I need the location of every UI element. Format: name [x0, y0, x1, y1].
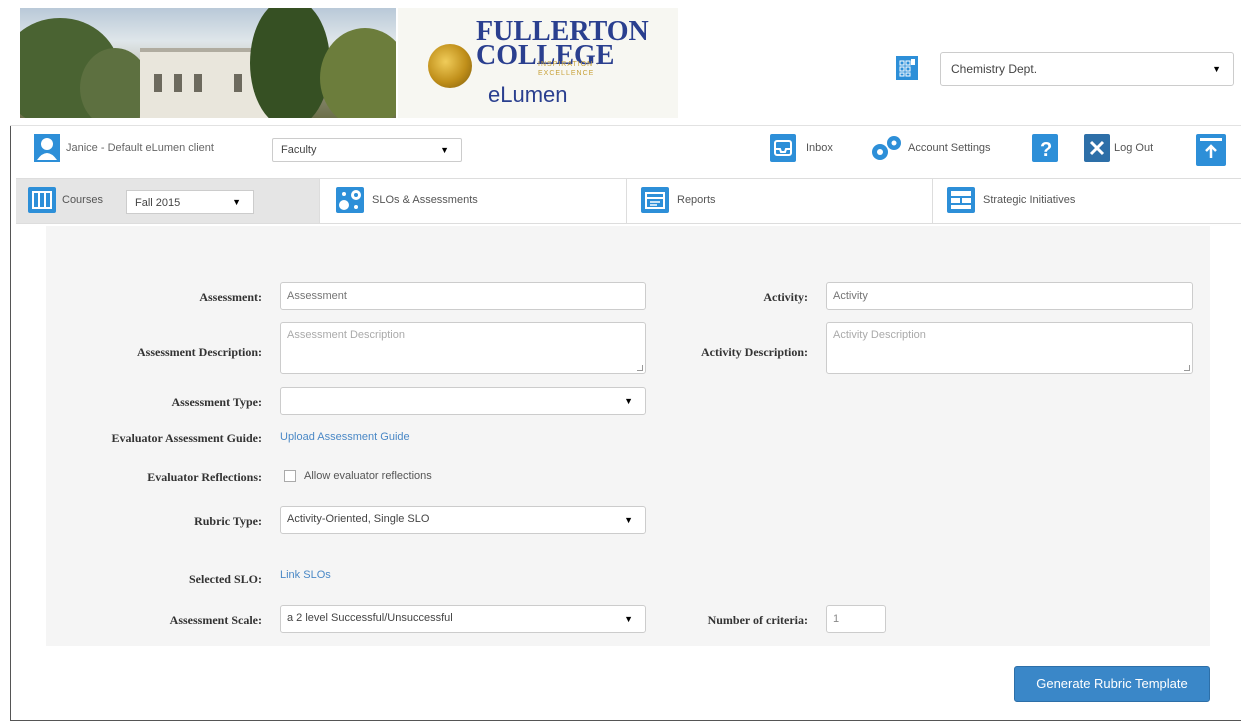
evaluator-reflections-label: Evaluator Reflections:	[147, 470, 262, 484]
svg-text:?: ?	[1040, 139, 1052, 161]
assessment-description-textarea[interactable]: Assessment Description	[280, 322, 646, 374]
selected-slo-label: Selected SLO:	[189, 572, 262, 586]
role-select[interactable]: Faculty ▼	[272, 138, 462, 162]
department-select[interactable]: Chemistry Dept. ▼	[940, 52, 1234, 86]
target-icon	[336, 187, 364, 213]
logo-product: eLumen	[488, 82, 568, 107]
logout-link[interactable]: Log Out	[1114, 142, 1153, 154]
user-icon	[34, 134, 60, 162]
assessment-label: Assessment:	[199, 290, 262, 304]
chevron-down-icon: ▼	[1212, 64, 1221, 74]
assessment-description-label: Assessment Description:	[137, 345, 262, 359]
tab-courses[interactable]: Courses Fall 2015 ▼	[16, 179, 320, 223]
tab-label: Courses	[62, 194, 103, 206]
generate-rubric-template-button[interactable]: Generate Rubric Template	[1014, 666, 1210, 702]
tab-label: SLOs & Assessments	[372, 194, 478, 206]
tab-reports[interactable]: Reports	[627, 179, 933, 223]
chevron-down-icon: ▼	[440, 145, 449, 155]
chevron-down-icon: ▼	[624, 614, 633, 624]
resize-handle-icon[interactable]	[1184, 365, 1190, 371]
grid-icon	[896, 56, 918, 80]
assessment-scale-label: Assessment Scale:	[169, 613, 262, 627]
assessment-input[interactable]	[280, 282, 646, 310]
campus-photo	[20, 8, 396, 118]
college-logo: FULLERTON COLLEGE INSPIRATION · EXCELLEN…	[398, 8, 678, 118]
table-icon	[28, 187, 56, 213]
user-bar: Janice - Default eLumen client Faculty ▼…	[10, 134, 1241, 168]
sitemap-icon	[947, 187, 975, 213]
chevron-down-icon: ▼	[232, 197, 241, 207]
help-icon[interactable]: ?	[1032, 134, 1058, 162]
activity-description-label: Activity Description:	[701, 345, 808, 359]
assessment-type-label: Assessment Type:	[171, 395, 262, 409]
activity-label: Activity:	[763, 290, 808, 304]
assessment-scale-select[interactable]: a 2 level Successful/Unsuccessful ▼	[280, 605, 646, 633]
activity-input[interactable]	[826, 282, 1193, 310]
college-seal-icon	[428, 44, 472, 88]
rubric-type-label: Rubric Type:	[194, 514, 262, 528]
tab-label: Reports	[677, 194, 716, 206]
number-of-criteria-input[interactable]	[826, 605, 886, 633]
upload-assessment-guide-link[interactable]: Upload Assessment Guide	[280, 431, 410, 443]
rubric-type-select[interactable]: Activity-Oriented, Single SLO ▼	[280, 506, 646, 534]
main-tabs: Courses Fall 2015 ▼ SLOs & Assessments R…	[16, 178, 1241, 224]
inbox-link[interactable]: Inbox	[806, 142, 833, 154]
term-select[interactable]: Fall 2015 ▼	[126, 190, 254, 214]
gears-icon[interactable]	[870, 134, 904, 162]
tab-label: Strategic Initiatives	[983, 194, 1076, 206]
activity-description-textarea[interactable]: Activity Description	[826, 322, 1193, 374]
resize-handle-icon[interactable]	[637, 365, 643, 371]
logo-tagline: INSPIRATION · EXCELLENCE	[538, 61, 600, 77]
report-icon	[641, 187, 669, 213]
close-icon[interactable]	[1084, 134, 1110, 162]
evaluator-guide-label: Evaluator Assessment Guide:	[111, 431, 262, 445]
tab-strategic-initiatives[interactable]: Strategic Initiatives	[933, 179, 1241, 223]
link-slos-link[interactable]: Link SLOs	[280, 569, 331, 581]
chevron-down-icon: ▼	[624, 515, 633, 525]
inbox-icon[interactable]	[770, 134, 796, 162]
header: FULLERTON COLLEGE INSPIRATION · EXCELLEN…	[10, 0, 1241, 126]
allow-reflections-label: Allow evaluator reflections	[304, 470, 432, 482]
number-of-criteria-label: Number of criteria:	[707, 613, 808, 627]
collapse-icon[interactable]	[1196, 134, 1226, 166]
user-name: Janice - Default eLumen client	[66, 142, 214, 154]
account-settings-link[interactable]: Account Settings	[908, 142, 991, 154]
tab-slos-assessments[interactable]: SLOs & Assessments	[320, 179, 627, 223]
allow-reflections-checkbox[interactable]	[284, 470, 296, 482]
chevron-down-icon: ▼	[624, 396, 633, 406]
assessment-type-select[interactable]: ▼	[280, 387, 646, 415]
